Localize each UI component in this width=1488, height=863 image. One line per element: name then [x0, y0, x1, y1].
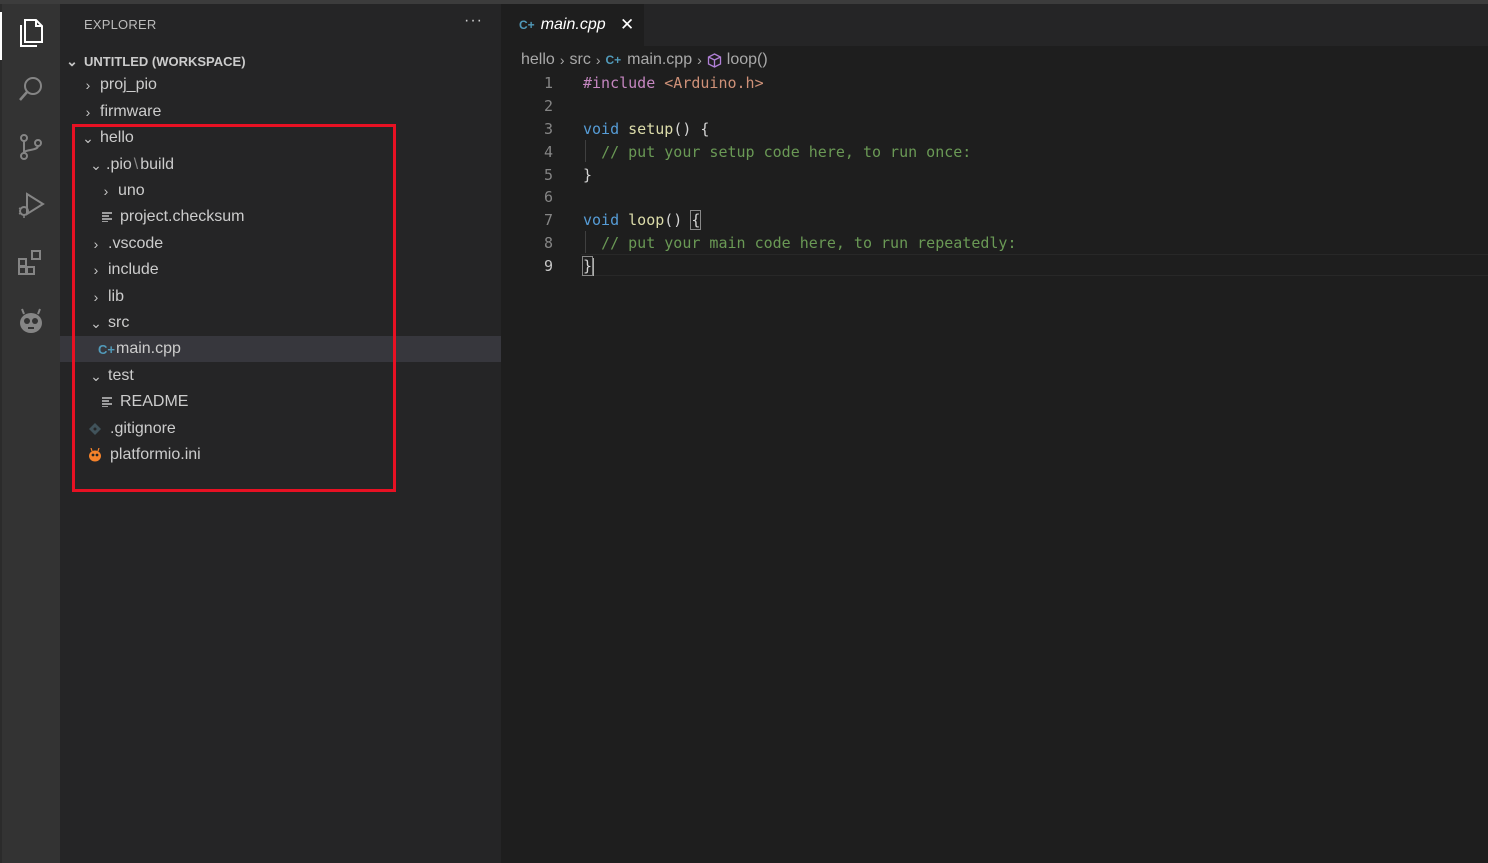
workspace-title: UNTITLED (WORKSPACE)	[84, 53, 246, 69]
code-line-4: // put your setup code here, to run once…	[583, 143, 971, 161]
left-strip	[0, 4, 2, 863]
code-line-8: // put your main code here, to run repea…	[583, 234, 1016, 252]
code-punct: }	[583, 166, 593, 184]
include-header: <Arduino.h>	[664, 74, 764, 92]
keyword: void	[583, 211, 620, 229]
explorer-title: EXPLORER	[84, 17, 157, 32]
activity-active-indicator	[0, 12, 2, 60]
tree-item-label: proj_pio	[100, 76, 157, 93]
tab-label: main.cpp	[540, 16, 606, 33]
chevron-right-icon: ›	[595, 52, 601, 68]
code-line-9: }	[581, 256, 595, 276]
line-number-active: 9	[543, 257, 553, 275]
close-icon[interactable]: ✕	[620, 15, 634, 35]
code-punct: () {	[673, 120, 710, 138]
search-icon[interactable]	[14, 72, 48, 106]
line-number: 7	[543, 211, 553, 229]
breadcrumb: hello › src › C+ main.cpp › loop()	[521, 49, 768, 71]
method-icon	[707, 52, 721, 68]
chevron-right-icon: ›	[85, 77, 91, 93]
code-editor[interactable]: 1 2 3 4 5 6 7 8 9 #include <Arduino.h> v…	[501, 72, 1488, 863]
code-line-7: void loop() {	[583, 210, 702, 230]
function-name: loop	[628, 211, 665, 229]
extensions-icon[interactable]	[14, 246, 48, 280]
cpp-file-icon: C+	[519, 18, 535, 32]
chevron-right-icon: ›	[85, 104, 91, 120]
line-number: 5	[543, 166, 553, 184]
more-actions-icon[interactable]: ···	[464, 12, 483, 30]
highlight-annotation-box	[72, 124, 396, 492]
tab-main-cpp[interactable]: C+ main.cpp ✕	[501, 4, 644, 46]
chevron-down-icon: ⌄	[66, 52, 78, 69]
matching-bracket: {	[690, 210, 702, 230]
breadcrumb-item-loop[interactable]: loop()	[727, 51, 768, 69]
comment: // put your main code here, to run repea…	[601, 234, 1017, 252]
code-line-1: #include <Arduino.h>	[583, 74, 764, 92]
tree-item-label: firmware	[100, 103, 162, 120]
line-number: 1	[543, 74, 553, 92]
text-cursor	[592, 257, 595, 276]
run-debug-icon[interactable]	[14, 188, 48, 222]
comment: // put your setup code here, to run once…	[601, 143, 972, 161]
chevron-right-icon: ›	[559, 52, 565, 68]
cpp-file-icon: C+	[605, 53, 622, 67]
code-line-3: void setup() {	[583, 120, 709, 138]
platformio-icon[interactable]	[14, 304, 48, 338]
workspace-header[interactable]: ⌄ UNTITLED (WORKSPACE)	[60, 49, 501, 73]
editor-tab-bar: C+ main.cpp ✕	[501, 4, 1488, 46]
breadcrumb-item-hello[interactable]: hello	[521, 51, 555, 69]
preprocessor-directive: #include	[583, 74, 656, 92]
line-number: 2	[543, 97, 553, 115]
breadcrumb-item-main-cpp[interactable]: main.cpp	[627, 51, 692, 69]
chevron-right-icon: ›	[697, 52, 702, 68]
tree-item-proj-pio[interactable]: › proj_pio	[60, 72, 501, 98]
source-control-icon[interactable]	[14, 130, 48, 164]
matching-bracket: }	[581, 256, 594, 276]
line-number: 8	[543, 234, 553, 252]
explorer-icon[interactable]	[14, 16, 48, 50]
activity-bar	[0, 4, 60, 863]
current-line-highlight	[581, 254, 1488, 276]
keyword: void	[583, 120, 620, 138]
function-name: setup	[628, 120, 674, 138]
tree-item-firmware[interactable]: › firmware	[60, 99, 501, 125]
line-number: 6	[543, 188, 553, 206]
line-number: 3	[543, 120, 553, 138]
breadcrumb-item-src[interactable]: src	[569, 51, 590, 69]
code-punct: ()	[664, 211, 692, 229]
line-number: 4	[543, 143, 553, 161]
code-line-5: }	[583, 166, 592, 184]
